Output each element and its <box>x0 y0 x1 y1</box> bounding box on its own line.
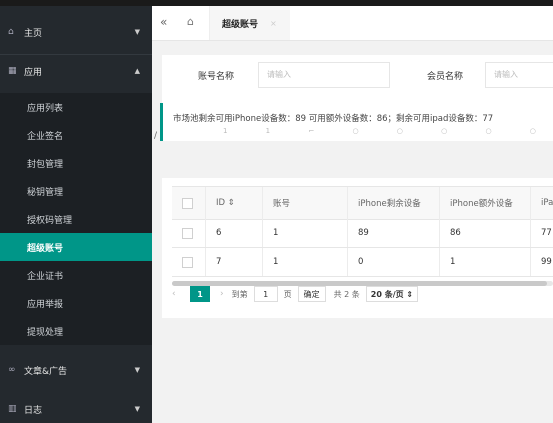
chevron-down-icon: ▼ <box>134 405 140 413</box>
chevron-up-icon: ▲ <box>134 67 140 75</box>
sidebar-group-apps[interactable]: ▦ 应用 ▲ <box>0 57 152 85</box>
goto-page-input[interactable]: 1 <box>253 286 278 302</box>
sidebar-group-label: 文章&广告 <box>24 366 68 377</box>
pagination: ‹ 1 › 到第 1 页 确定 共 2 条 20 条/页 ⇕ <box>172 285 419 303</box>
notice-decoration: 1 1 ⌐ ○ ○ ○ ○ ○ <box>223 127 553 135</box>
close-icon[interactable]: × <box>270 19 277 28</box>
sidebar-item-app-list[interactable]: 应用列表 <box>0 93 152 121</box>
table-cell: 0 <box>348 248 440 276</box>
sidebar-item-label: 秘钥管理 <box>27 187 64 198</box>
member-name-input[interactable]: 请输入 <box>485 62 553 88</box>
select-all-checkbox[interactable] <box>182 197 193 209</box>
row-select[interactable] <box>172 219 206 247</box>
filter-panel: 账号名称 请输入 会员名称 请输入 <box>162 55 553 105</box>
tab-label: 超级账号 <box>222 19 259 30</box>
total-count: 共 2 条 <box>333 289 360 299</box>
app-icon: ▦ <box>8 66 17 76</box>
column-header[interactable]: ID ⇕ <box>206 187 263 219</box>
sidebar-item-label: 提现处理 <box>27 327 64 338</box>
sidebar-item-withdraw[interactable]: 提现处理 <box>0 317 152 345</box>
column-header: iPa <box>541 198 553 208</box>
home-tab-icon[interactable]: ⌂ <box>187 15 194 28</box>
goto-label: 到第 <box>231 289 248 299</box>
sidebar-item-auth-code[interactable]: 授权码管理 <box>0 205 152 233</box>
sidebar-group-label: 应用 <box>24 67 43 78</box>
row-select[interactable] <box>172 248 206 276</box>
main-content: 账号名称 请输入 会员名称 请输入 市场池剩余可用iPhone设备数：89 可用… <box>152 41 553 423</box>
chevron-down-icon: ▼ <box>134 366 140 374</box>
sidebar-item-package[interactable]: 封包管理 <box>0 149 152 177</box>
sidebar-group-articles[interactable]: ∞ 文章&广告 ▼ <box>0 356 152 384</box>
sidebar-item-enterprise-sign[interactable]: 企业签名 <box>0 121 152 149</box>
account-name-input[interactable]: 请输入 <box>258 62 390 88</box>
row-checkbox[interactable] <box>182 227 193 239</box>
sidebar-item-label: 超级账号 <box>27 243 64 254</box>
table-cell: 1 <box>263 219 348 247</box>
table-cell: 1 <box>263 248 348 276</box>
prev-page-icon[interactable]: ‹ <box>172 289 186 299</box>
table-panel: ID ⇕ 账号 iPhone剩余设备 iPhone额外设备 iPa 6 1 89… <box>162 178 553 318</box>
sidebar-divider <box>0 54 152 55</box>
table-cell: 86 <box>440 219 531 247</box>
table-cell: 6 <box>206 219 263 247</box>
table-cell: 1 <box>440 248 531 276</box>
device-quota-notice: 市场池剩余可用iPhone设备数：89 可用额外设备数：86；剩余可用ipad设… <box>154 103 553 141</box>
sidebar-item-label: 应用举报 <box>27 299 64 310</box>
column-header: 账号 <box>263 187 348 219</box>
sidebar-group-label: 主页 <box>24 28 43 39</box>
sidebar-group-home[interactable]: ⌂ 主页 ▼ <box>0 18 152 46</box>
tab-super-account[interactable]: 超级账号 × <box>210 6 290 40</box>
table-cell: 89 <box>348 219 440 247</box>
table-header: ID ⇕ 账号 iPhone剩余设备 iPhone额外设备 iPa <box>172 186 553 220</box>
table-row: 6 1 89 86 77 <box>172 219 553 248</box>
table-cell: 77 <box>541 228 552 238</box>
account-name-label: 账号名称 <box>198 72 235 82</box>
column-header: iPhone剩余设备 <box>348 187 440 219</box>
notice-text: 市场池剩余可用iPhone设备数：89 可用额外设备数：86；剩余可用ipad设… <box>173 114 494 124</box>
sidebar: ⌂ 主页 ▼ ▦ 应用 ▲ 应用列表 企业签名 封包管理 秘钥管理 授权码管理 … <box>0 6 152 423</box>
current-page[interactable]: 1 <box>190 286 210 302</box>
table-cell: 99 <box>541 257 552 267</box>
table-row: 7 1 0 1 99 <box>172 248 553 277</box>
sidebar-item-label: 应用列表 <box>27 103 64 114</box>
collapse-icon[interactable]: « <box>160 15 167 29</box>
home-icon: ⌂ <box>8 27 14 37</box>
sidebar-group-label: 日志 <box>24 405 43 416</box>
pen-icon: ∕ <box>154 131 158 141</box>
page-size-select[interactable]: 20 条/页 ⇕ <box>365 286 419 302</box>
chevron-down-icon: ▼ <box>134 28 140 36</box>
sidebar-item-label: 封包管理 <box>27 159 64 170</box>
log-icon: ▥ <box>8 404 17 414</box>
sidebar-item-enterprise-cert[interactable]: 企业证书 <box>0 261 152 289</box>
sidebar-item-super-account[interactable]: 超级账号 <box>0 233 152 261</box>
tab-bar: « ⌂ 超级账号 × <box>152 6 553 41</box>
confirm-button[interactable]: 确定 <box>297 286 326 302</box>
member-name-label: 会员名称 <box>427 72 464 82</box>
header-select-all[interactable] <box>172 187 206 219</box>
row-checkbox[interactable] <box>182 256 193 268</box>
sidebar-item-label: 企业证书 <box>27 271 64 282</box>
sidebar-group-logs[interactable]: ▥ 日志 ▼ <box>0 395 152 423</box>
table-cell: 7 <box>206 248 263 276</box>
sidebar-item-secret-key[interactable]: 秘钥管理 <box>0 177 152 205</box>
sidebar-item-app-report[interactable]: 应用举报 <box>0 289 152 317</box>
sidebar-item-label: 授权码管理 <box>27 215 73 226</box>
next-page-icon[interactable]: › <box>220 289 224 299</box>
column-header: iPhone额外设备 <box>440 187 531 219</box>
sidebar-item-label: 企业签名 <box>27 131 64 142</box>
page-unit-label: 页 <box>283 289 292 299</box>
link-icon: ∞ <box>8 365 16 375</box>
